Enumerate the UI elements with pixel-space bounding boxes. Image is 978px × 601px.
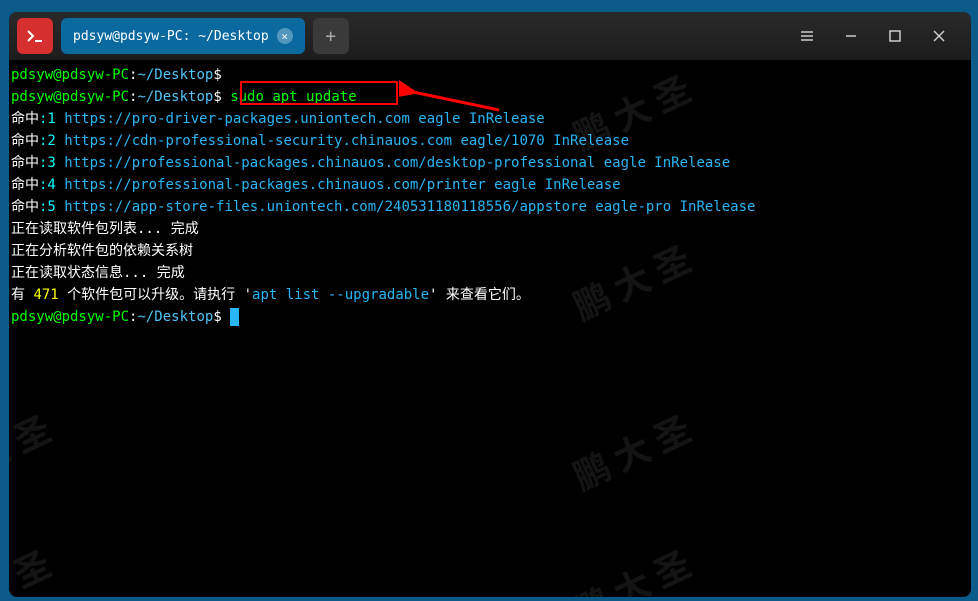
- close-button[interactable]: [927, 24, 951, 48]
- menu-button[interactable]: [795, 24, 819, 48]
- hit-line: 命中:4 https://professional-packages.china…: [11, 174, 969, 196]
- prompt-line-cursor: pdsyw@pdsyw-PC:~/Desktop$: [11, 306, 969, 328]
- terminal-window: pdsyw@pdsyw-PC: ~/Desktop × + 鹏 大 圣 鹏 大 …: [9, 12, 971, 597]
- hit-line: 命中:2 https://cdn-professional-security.c…: [11, 130, 969, 152]
- prompt-line: pdsyw@pdsyw-PC:~/Desktop$: [11, 64, 969, 86]
- new-tab-button[interactable]: +: [313, 18, 349, 54]
- watermark: 鹏 大 圣: [570, 550, 692, 597]
- titlebar: pdsyw@pdsyw-PC: ~/Desktop × +: [9, 12, 971, 60]
- status-line: 正在读取软件包列表... 完成: [11, 218, 969, 240]
- minimize-button[interactable]: [839, 24, 863, 48]
- watermark: 鹏 大 圣: [9, 415, 52, 487]
- terminal-app-icon[interactable]: [17, 18, 53, 54]
- maximize-button[interactable]: [883, 24, 907, 48]
- typed-command: sudo apt update: [230, 89, 356, 105]
- active-tab[interactable]: pdsyw@pdsyw-PC: ~/Desktop ×: [61, 18, 305, 54]
- window-controls: [795, 24, 963, 48]
- command-line: pdsyw@pdsyw-PC:~/Desktop$ sudo apt updat…: [11, 86, 969, 108]
- tab-title: pdsyw@pdsyw-PC: ~/Desktop: [73, 29, 269, 44]
- cursor: [230, 308, 239, 326]
- hit-line: 命中:1 https://pro-driver-packages.unionte…: [11, 108, 969, 130]
- tab-close-button[interactable]: ×: [277, 28, 293, 44]
- status-line: 正在分析软件包的依赖关系树: [11, 240, 969, 262]
- upgrade-line: 有 471 个软件包可以升级。请执行 'apt list --upgradabl…: [11, 284, 969, 306]
- hit-line: 命中:3 https://professional-packages.china…: [11, 152, 969, 174]
- watermark: 鹏 大 圣: [9, 550, 52, 597]
- watermark: 鹏 大 圣: [570, 415, 692, 487]
- hit-line: 命中:5 https://app-store-files.uniontech.c…: [11, 196, 969, 218]
- terminal-output[interactable]: 鹏 大 圣 鹏 大 圣 鹏 大 圣 鹏 大 圣 鹏 大 圣 鹏 大 圣 pdsy…: [9, 60, 971, 597]
- status-line: 正在读取状态信息... 完成: [11, 262, 969, 284]
